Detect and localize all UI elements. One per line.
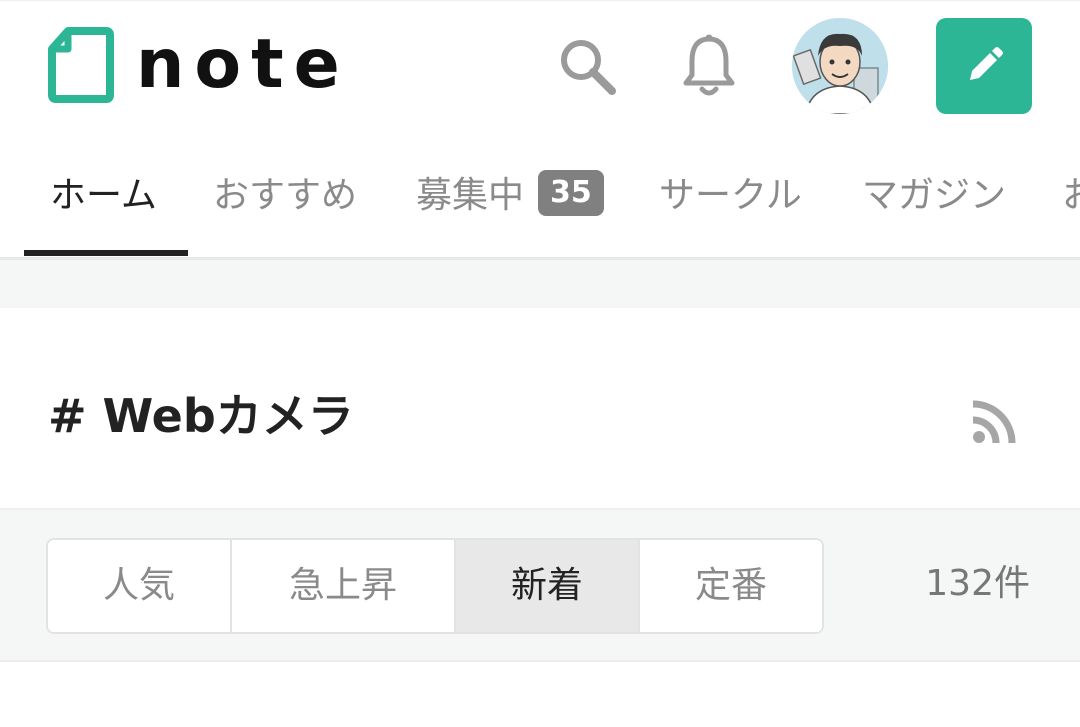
sort-newest[interactable]: 新着: [454, 540, 638, 632]
sort-bar: 人気 急上昇 新着 定番 132件: [0, 508, 1080, 662]
post-button[interactable]: [936, 18, 1032, 114]
result-count: 132件: [925, 563, 1030, 604]
note-logo-link[interactable]: note: [48, 27, 350, 103]
sort-trending[interactable]: 急上昇: [230, 540, 454, 632]
app-header: note: [0, 0, 1080, 136]
hashtag-header: # Webカメラ: [0, 308, 1080, 508]
pencil-icon: [970, 47, 1003, 80]
section-separator: [0, 260, 1080, 308]
tab-recommended[interactable]: おすすめ: [213, 135, 357, 257]
tab-circle[interactable]: サークル: [659, 135, 802, 257]
tab-label: お: [1062, 175, 1080, 216]
tab-more[interactable]: お: [1062, 135, 1080, 257]
hashtag-title: # Webカメラ: [48, 389, 354, 443]
tab-label: ホーム: [50, 175, 157, 216]
sort-popular[interactable]: 人気: [48, 540, 230, 632]
recruiting-count-badge: 35: [538, 170, 604, 216]
main-nav-tabs: ホーム おすすめ 募集中 35 サークル マガジン お: [0, 135, 1080, 260]
search-icon[interactable]: [556, 35, 618, 97]
bell-icon[interactable]: [680, 33, 738, 99]
tab-label: おすすめ: [213, 175, 358, 216]
tab-label: マガジン: [862, 175, 1007, 216]
user-avatar[interactable]: [792, 18, 888, 114]
avatar-illustration: [792, 18, 888, 114]
active-tab-indicator: [24, 250, 188, 256]
sort-standard[interactable]: 定番: [638, 540, 822, 632]
sort-segmented-control: 人気 急上昇 新着 定番: [46, 538, 824, 634]
tab-magazine[interactable]: マガジン: [862, 135, 1006, 257]
tab-home[interactable]: ホーム: [50, 135, 157, 257]
tab-label: サークル: [659, 175, 802, 216]
note-logo-icon: [48, 27, 114, 103]
logo-text: note: [136, 25, 350, 104]
tab-label: 募集中: [416, 175, 525, 216]
rss-icon[interactable]: [970, 396, 1020, 446]
tab-recruiting[interactable]: 募集中 35: [416, 135, 604, 257]
